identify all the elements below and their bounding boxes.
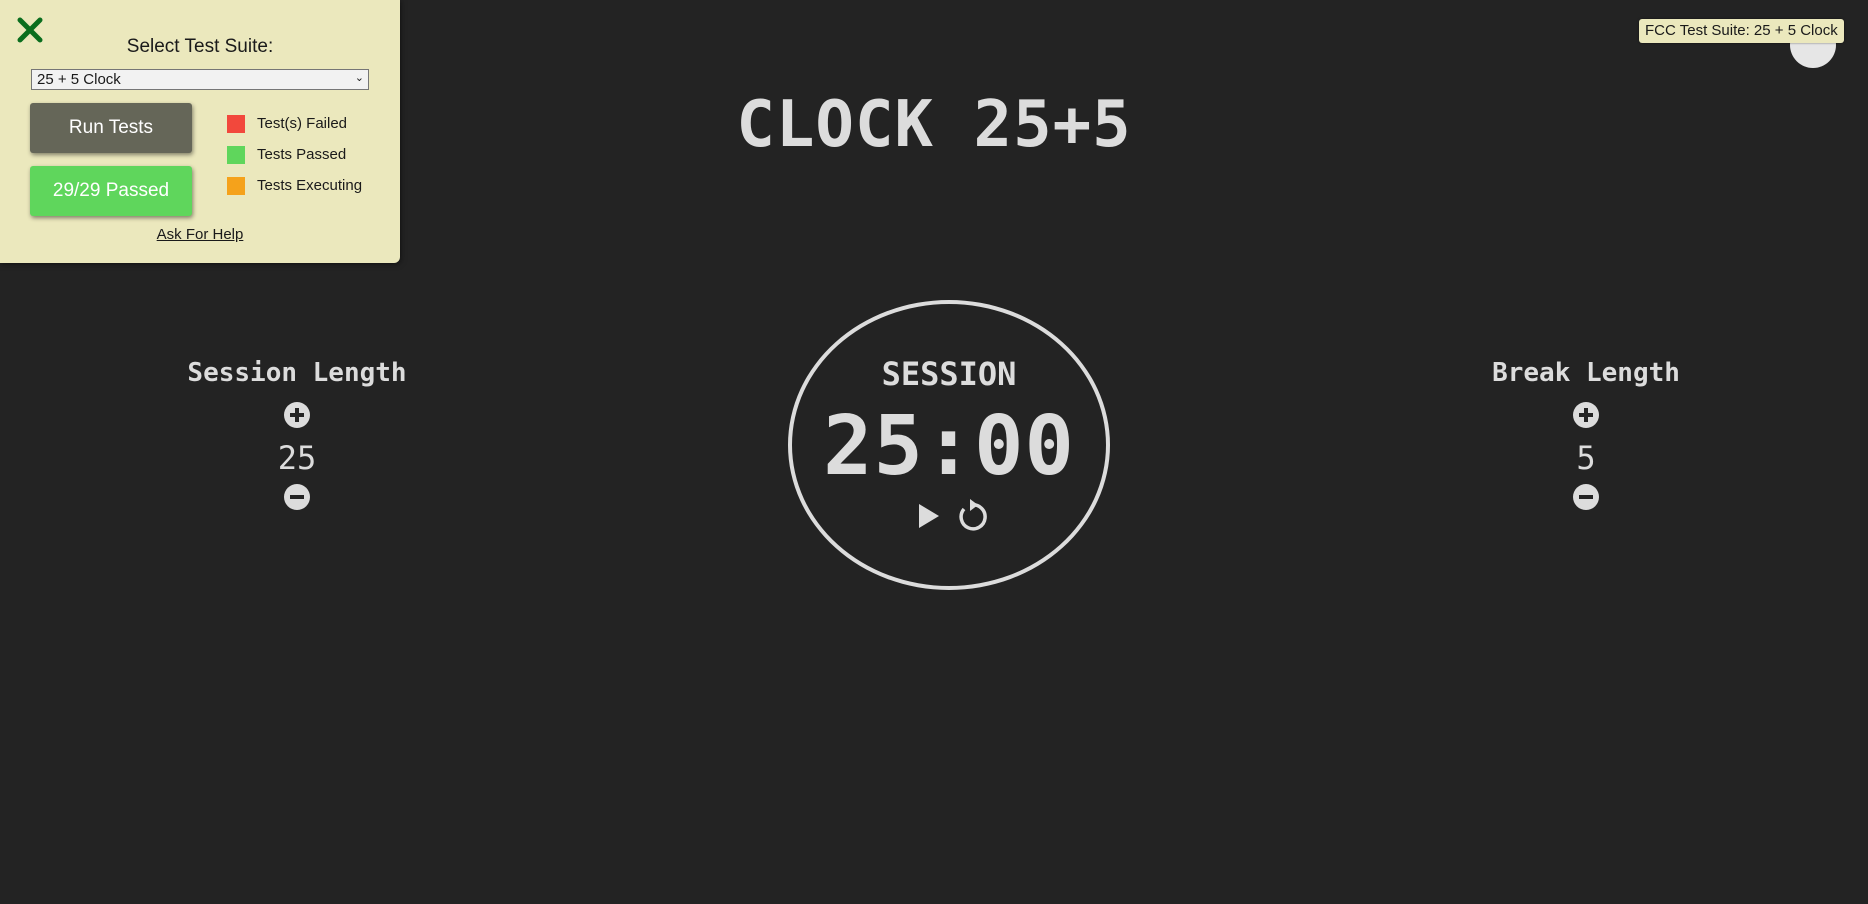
suite-select-value: 25 + 5 Clock	[37, 71, 121, 88]
play-icon[interactable]	[909, 496, 945, 536]
time-left: 25:00	[823, 399, 1075, 494]
timer-label: SESSION	[881, 355, 1017, 393]
reset-icon[interactable]	[953, 496, 989, 536]
break-length-value: 5	[1576, 439, 1596, 477]
ask-for-help-link[interactable]: Ask For Help	[0, 226, 400, 243]
tests-passed-button[interactable]: 29/29 Passed	[30, 166, 192, 216]
legend-executing-label: Tests Executing	[257, 177, 363, 194]
session-decrement-minus-icon[interactable]	[283, 483, 311, 511]
page-title: CLOCK 25+5	[736, 88, 1132, 162]
suite-select-label: Select Test Suite:	[126, 36, 274, 57]
session-increment-plus-icon[interactable]	[283, 401, 311, 429]
executing-swatch	[227, 177, 245, 196]
session-length-label: Session Length	[187, 358, 407, 388]
session-length-control: Session Length 25	[147, 355, 447, 511]
test-suite-select[interactable]: 25 + 5 Clock ⌄	[31, 69, 369, 90]
timer-controls	[792, 496, 1106, 536]
timer-display: SESSION 25:00	[788, 300, 1110, 590]
break-increment-plus-icon[interactable]	[1572, 401, 1600, 429]
break-decrement-minus-icon[interactable]	[1572, 483, 1600, 511]
session-length-value: 25	[277, 439, 317, 477]
break-length-label: Break Length	[1492, 358, 1680, 388]
break-length-control: Break Length 5	[1436, 355, 1736, 511]
chevron-down-icon: ⌄	[354, 72, 364, 84]
test-suite-tooltip: FCC Test Suite: 25 + 5 Clock	[1639, 19, 1844, 43]
legend-executing: Tests Executing	[227, 176, 362, 196]
